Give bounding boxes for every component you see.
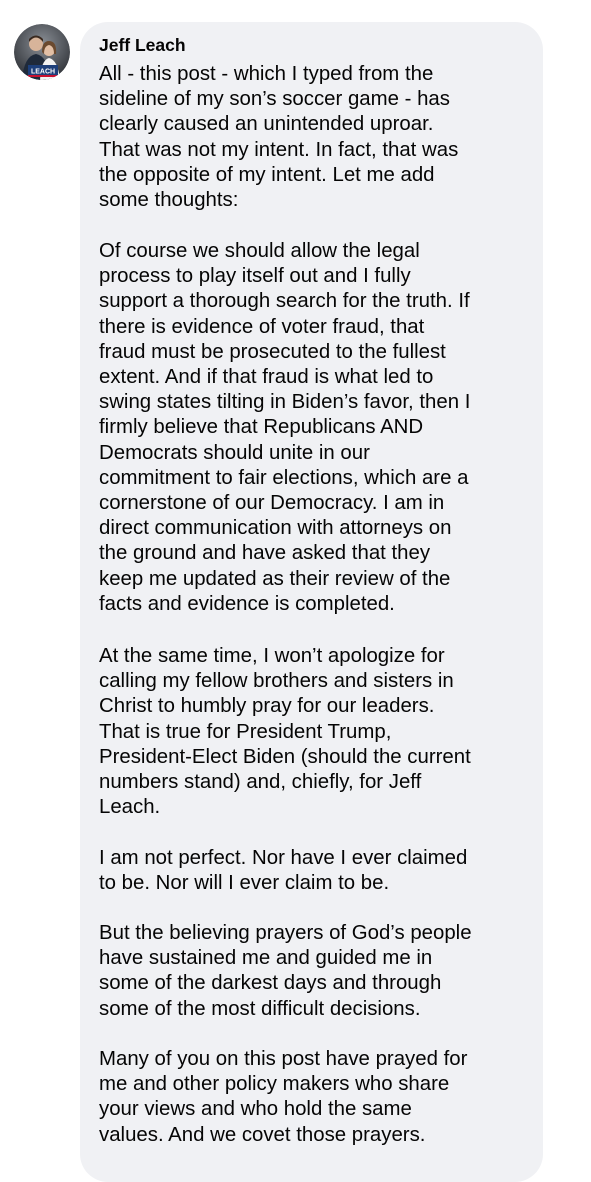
text-line: numbers stand) and, chiefly, for Jeff [99,771,422,794]
text-line: Of course we should allow the legal [99,240,420,262]
text-line: fraud must be prosecuted to the fullest [99,340,446,363]
text-line: the opposite of my intent. Let me add [99,163,435,186]
paragraph: Many of you on this post have prayed for… [99,1047,539,1148]
text-line: me and other policy makers who share [99,1073,450,1096]
text-line: some of the darkest days and through [99,972,442,995]
text-line: But the believing prayers of God’s peopl… [99,922,472,944]
paragraph: Of course we should allow the legal proc… [99,239,539,617]
text-line: Many of you on this post have prayed for [99,1048,468,1070]
text-line: clearly caused an unintended uproar. [99,113,434,136]
text-line: That was not my intent. In fact, that wa… [99,138,459,161]
paragraph: But the believing prayers of God’s peopl… [99,921,539,1022]
text-line: firmly believe that Republicans AND [99,416,424,439]
avatar-badge: LEACH [31,69,55,76]
text-line: I am not perfect. Nor have I ever claime… [99,847,468,869]
author-name[interactable]: Jeff Leach [99,34,186,56]
text-line: extent. And if that fraud is what led to [99,366,434,389]
text-line: calling my fellow brothers and sisters i… [99,670,454,693]
avatar-photo: LEACH [14,24,70,80]
text-line: That is true for President Trump, [99,720,392,743]
text-line: support a thorough search for the truth.… [99,290,470,313]
text-line: President-Elect Biden (should the curren… [99,745,471,768]
text-line: have sustained me and guided me in [99,947,433,970]
text-line: Christ to humbly pray for our leaders. [99,695,435,718]
text-line: keep me updated as their review of the [99,567,451,590]
text-line: sideline of my son’s soccer game - has [99,88,450,111]
paragraph: All - this post - which I typed from the… [99,62,539,213]
text-line: facts and evidence is completed. [99,592,395,615]
text-line: some thoughts: [99,189,239,212]
text-line: All - this post - which I typed from the [99,63,434,85]
text-line: direct communication with attorneys on [99,517,452,540]
text-line: to be. Nor will I ever claim to be. [99,872,390,895]
text-line: there is evidence of voter fraud, that [99,315,425,338]
text-line: At the same time, I won’t apologize for [99,645,445,667]
text-line: Democrats should unite in our [99,441,370,464]
text-line: some of the most difficult decisions. [99,997,421,1020]
text-line: the ground and have asked that they [99,542,431,565]
text-line: values. And we covet those prayers. [99,1123,426,1146]
paragraph: At the same time, I won’t apologize for … [99,644,539,820]
paragraph: I am not perfect. Nor have I ever claime… [99,846,539,896]
avatar[interactable]: LEACH [14,24,70,80]
text-line: process to play itself out and I fully [99,265,411,288]
text-line: commitment to fair elections, which are … [99,466,469,489]
text-line: Leach. [99,796,161,819]
text-line: swing states tilting in Biden’s favor, t… [99,391,471,414]
text-line: cornerstone of our Democracy. I am in [99,492,445,515]
text-line: your views and who hold the same [99,1098,412,1121]
